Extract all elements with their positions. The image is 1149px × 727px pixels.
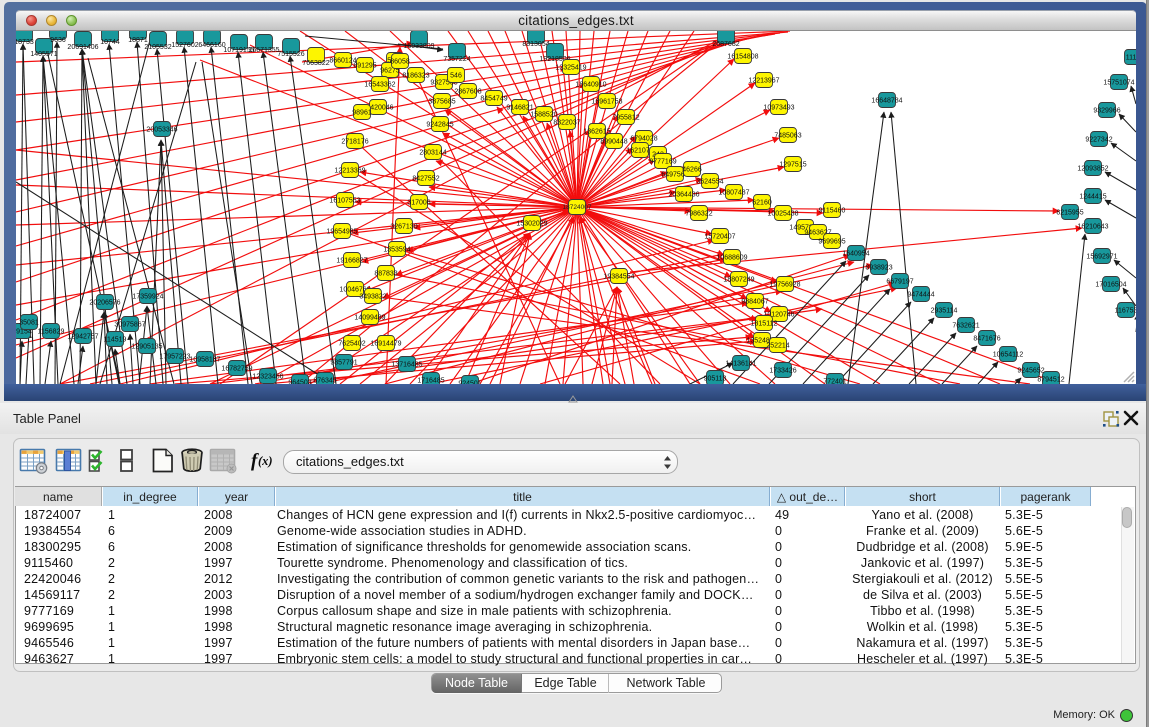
svg-text:1112: 1112 bbox=[1126, 55, 1136, 62]
